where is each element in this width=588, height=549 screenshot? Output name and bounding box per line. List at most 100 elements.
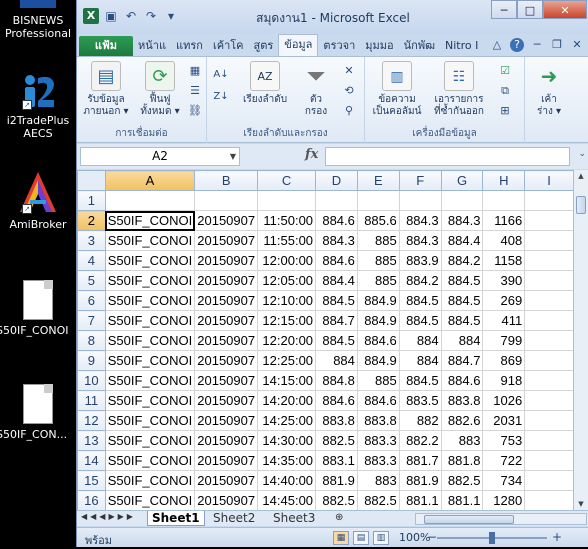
vertical-scrollbar[interactable]: ▲ ▼ <box>573 170 588 510</box>
cell-h14[interactable]: 722 <box>482 450 526 471</box>
cell-b15[interactable]: 20150907 <box>194 470 259 491</box>
column-header-c[interactable]: C <box>257 170 317 191</box>
cell-b16[interactable]: 20150907 <box>194 490 259 510</box>
cell-f4[interactable]: 883.9 <box>398 250 442 271</box>
desktop-file-s50if-2[interactable]: S50IF_CON... <box>0 384 76 441</box>
remove-duplicates-button[interactable]: ☷ เอารายการ ที่ซ้ำกันออก <box>427 61 491 118</box>
cell-h11[interactable]: 1026 <box>482 390 526 411</box>
row-header[interactable]: 16 <box>77 490 106 510</box>
cell-b12[interactable]: 20150907 <box>194 410 259 431</box>
consolidate-icon[interactable]: ⧉ <box>497 83 513 99</box>
cell-f15[interactable]: 881.9 <box>398 470 442 491</box>
data-validation-icon[interactable]: ☑ <box>497 63 513 79</box>
cell-d14[interactable]: 883.1 <box>315 450 358 471</box>
row-header[interactable]: 7 <box>77 310 106 331</box>
cell-e6[interactable]: 884.9 <box>356 290 400 311</box>
cell-g10[interactable]: 884.6 <box>440 370 484 391</box>
cell-f8[interactable]: 884 <box>398 330 442 351</box>
cell-i10[interactable] <box>524 370 574 391</box>
column-header-b[interactable]: B <box>194 170 259 191</box>
cell-d11[interactable]: 884.6 <box>315 390 358 411</box>
cell-e5[interactable]: 885 <box>356 270 400 291</box>
cell-b6[interactable]: 20150907 <box>194 290 259 311</box>
cell-h15[interactable]: 734 <box>482 470 526 491</box>
cell-e9[interactable]: 884.9 <box>356 350 400 371</box>
cell-i15[interactable] <box>524 470 574 491</box>
cell-c16[interactable]: 14:45:00 <box>257 490 317 510</box>
cell-b7[interactable]: 20150907 <box>194 310 259 331</box>
row-header[interactable]: 12 <box>77 410 106 431</box>
cell-e14[interactable]: 883.3 <box>356 450 400 471</box>
row-header[interactable]: 4 <box>77 250 106 271</box>
tab-nitro[interactable]: Nitro I <box>440 36 483 56</box>
cell-i2[interactable] <box>524 210 574 231</box>
cell-a7[interactable]: S50IF_CONOI <box>104 310 196 331</box>
row-header[interactable]: 15 <box>77 470 106 491</box>
cell-a14[interactable]: S50IF_CONOI <box>104 450 196 471</box>
cell-f2[interactable]: 884.3 <box>398 210 442 231</box>
cell-g11[interactable]: 883.8 <box>440 390 484 411</box>
cell-h8[interactable]: 799 <box>482 330 526 351</box>
cell-a5[interactable]: S50IF_CONOI <box>104 270 196 291</box>
cell-a11[interactable]: S50IF_CONOI <box>104 390 196 411</box>
cell-f9[interactable]: 884 <box>398 350 442 371</box>
cell-i1[interactable] <box>524 190 574 211</box>
cell-i8[interactable] <box>524 330 574 351</box>
cell-f14[interactable]: 881.7 <box>398 450 442 471</box>
cell-g13[interactable]: 883 <box>440 430 484 451</box>
cell-e1[interactable] <box>356 190 400 211</box>
cell-d1[interactable] <box>315 190 358 211</box>
cell-g2[interactable]: 884.3 <box>440 210 484 231</box>
cell-a15[interactable]: S50IF_CONOI <box>104 470 196 491</box>
row-header[interactable]: 10 <box>77 370 106 391</box>
reapply-icon[interactable]: ⟲ <box>341 83 357 99</box>
cell-a12[interactable]: S50IF_CONOI <box>104 410 196 431</box>
cell-c13[interactable]: 14:30:00 <box>257 430 317 451</box>
cell-d12[interactable]: 883.8 <box>315 410 358 431</box>
scroll-down-icon[interactable]: ▼ <box>574 500 588 508</box>
cell-d2[interactable]: 884.6 <box>315 210 358 231</box>
tab-file[interactable]: แฟ้ม <box>79 36 133 56</box>
connections-icon[interactable]: ▦ <box>187 63 203 79</box>
scroll-thumb[interactable] <box>576 196 586 214</box>
minimize-ribbon-icon[interactable]: △ <box>490 38 504 52</box>
name-box[interactable]: A2 ▼ <box>80 147 240 166</box>
cell-table[interactable]: A B C D E F G H I 1 2 S50IF_CONOI 20150907 1… <box>77 170 574 510</box>
cell-h13[interactable]: 753 <box>482 430 526 451</box>
help-icon[interactable]: ? <box>510 38 524 52</box>
cell-b1[interactable] <box>194 190 259 211</box>
cell-i11[interactable] <box>524 390 574 411</box>
desktop-shortcut-i2tradeplus[interactable]: ↗ i2TradePlus AECS <box>0 70 76 140</box>
row-header[interactable]: 2 <box>77 210 106 231</box>
cell-c9[interactable]: 12:25:00 <box>257 350 317 371</box>
cell-f10[interactable]: 884.5 <box>398 370 442 391</box>
close-button[interactable]: ✕ <box>543 0 587 19</box>
cell-h6[interactable]: 269 <box>482 290 526 311</box>
zoom-in-button[interactable]: + <box>552 530 562 544</box>
row-header[interactable]: 11 <box>77 390 106 411</box>
cell-i3[interactable] <box>524 230 574 251</box>
cell-c15[interactable]: 14:40:00 <box>257 470 317 491</box>
cell-d4[interactable]: 884.6 <box>315 250 358 271</box>
page-break-view-icon[interactable]: ▥ <box>373 531 389 545</box>
formula-input[interactable] <box>325 147 570 166</box>
minimize-button[interactable]: ─ <box>491 0 517 19</box>
cell-b3[interactable]: 20150907 <box>194 230 259 251</box>
cell-h12[interactable]: 2031 <box>482 410 526 431</box>
cell-b11[interactable]: 20150907 <box>194 390 259 411</box>
insert-function-icon[interactable]: fx <box>305 147 318 162</box>
window-close-icon[interactable]: ✕ <box>570 38 584 52</box>
tab-review[interactable]: ตรวจา <box>318 36 360 56</box>
cell-a4[interactable]: S50IF_CONOI <box>104 250 196 271</box>
cell-b8[interactable]: 20150907 <box>194 330 259 351</box>
cell-e13[interactable]: 883.3 <box>356 430 400 451</box>
cell-f1[interactable] <box>398 190 442 211</box>
select-all-corner[interactable] <box>77 170 106 191</box>
cell-c4[interactable]: 12:00:00 <box>257 250 317 271</box>
cell-c1[interactable] <box>257 190 317 211</box>
zoom-slider-knob[interactable] <box>489 532 495 544</box>
cell-i14[interactable] <box>524 450 574 471</box>
cell-i9[interactable] <box>524 350 574 371</box>
chevron-down-icon[interactable]: ▼ <box>230 148 236 165</box>
sheet-tab-3[interactable]: Sheet3 <box>269 511 319 526</box>
